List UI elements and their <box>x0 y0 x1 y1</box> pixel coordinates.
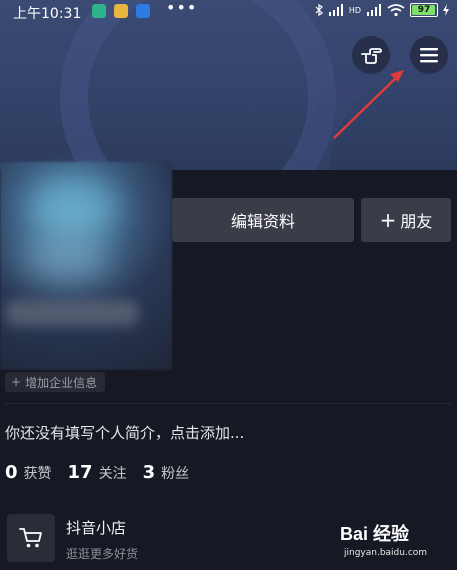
charging-icon <box>443 4 449 16</box>
stat-followers[interactable]: 3 粉丝 <box>143 462 190 483</box>
add-enterprise-info-tag[interactable]: + 增加企业信息 <box>5 372 106 392</box>
signal-icon <box>328 4 343 16</box>
shop-entry-icon[interactable] <box>7 514 55 562</box>
enterprise-tag-label: 增加企业信息 <box>25 375 98 390</box>
app-notification-icon <box>114 4 128 18</box>
stat-label: 粉丝 <box>161 466 190 482</box>
status-bar: 上午10:31 ••• HD 97 <box>0 0 457 24</box>
menu-button[interactable] <box>410 36 448 74</box>
hand-pointer-icon <box>361 48 382 64</box>
stat-value: 3 <box>142 462 156 483</box>
hd-label: HD <box>348 5 361 15</box>
stat-value: 17 <box>67 462 93 483</box>
username-blurred <box>6 300 138 326</box>
clock: 上午10:31 <box>13 6 82 22</box>
battery-icon: 97 <box>410 3 438 17</box>
profile-stats: 0 获赞 17 关注 3 粉丝 <box>5 462 189 483</box>
annotation-arrow <box>333 70 404 139</box>
watermark-logo: Bai 经验 <box>340 524 410 544</box>
plus-icon: + <box>11 375 22 389</box>
edit-profile-label: 编辑资料 <box>230 212 295 231</box>
bio-placeholder[interactable]: 你还没有填写个人简介，点击添加... <box>5 422 244 443</box>
plus-icon: + <box>379 208 397 232</box>
shop-subtitle: 逛逛更多好货 <box>66 547 139 561</box>
signal-icon <box>367 4 381 16</box>
edit-profile-button[interactable]: 编辑资料 <box>172 198 354 242</box>
wifi-icon <box>387 3 405 16</box>
add-friend-button[interactable]: + 朋友 <box>361 198 451 242</box>
stat-following[interactable]: 17 关注 <box>68 462 127 483</box>
app-notification-icon <box>92 4 106 18</box>
divider <box>5 403 452 404</box>
baidu-jingyan-watermark: Bai 经验 jingyan.baidu.com <box>340 520 452 564</box>
status-icons: HD 97 <box>315 3 449 17</box>
stat-likes[interactable]: 0 获赞 <box>5 462 52 483</box>
header-decor <box>60 0 336 170</box>
add-friend-label: 朋友 <box>400 212 433 231</box>
stat-value: 0 <box>5 462 18 483</box>
bluetooth-icon <box>315 4 323 16</box>
stat-label: 获赞 <box>23 466 52 482</box>
stat-label: 关注 <box>98 466 127 482</box>
watermark-url: jingyan.baidu.com <box>344 548 428 558</box>
hamburger-menu-icon <box>420 48 438 63</box>
shopping-cart-icon <box>19 528 42 548</box>
shop-title[interactable]: 抖音小店 <box>66 517 126 538</box>
avatar-detail <box>22 232 112 282</box>
avatar-detail <box>28 178 118 238</box>
more-notifications-icon: ••• <box>166 0 198 17</box>
app-notification-icon <box>136 4 150 18</box>
